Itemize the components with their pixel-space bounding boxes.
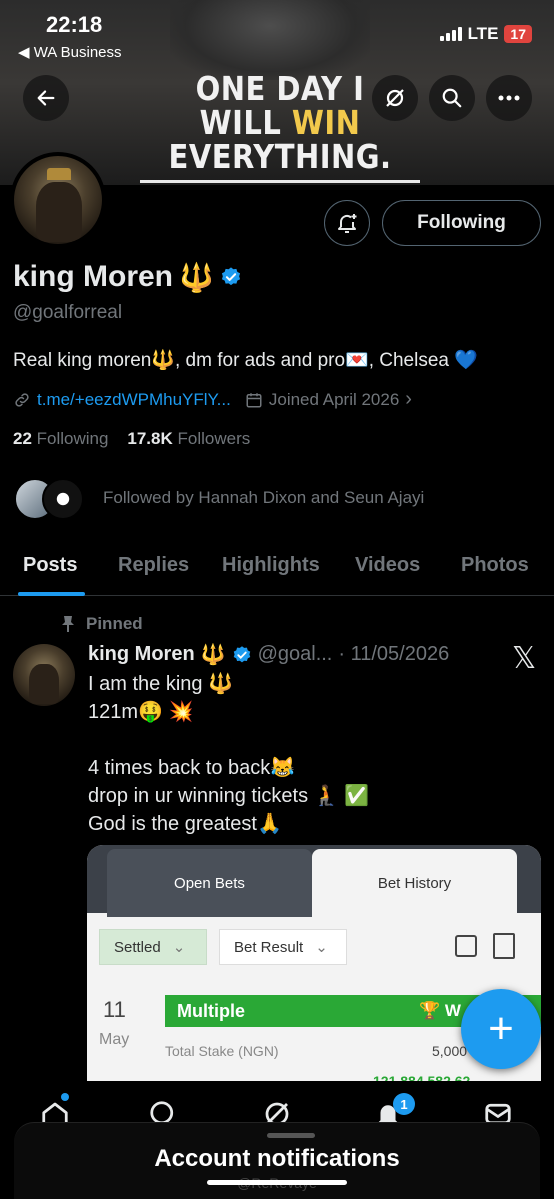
embed-filter-settled: Settled ⌄: [99, 929, 207, 965]
chevron-down-icon: ⌄: [172, 939, 186, 956]
plus-icon: +: [488, 1004, 514, 1053]
profile-name-text: king Moren: [13, 260, 174, 293]
active-tab-indicator: [18, 592, 85, 596]
bell-plus-icon: [338, 214, 357, 233]
banner-slogan: ONE DAY I WILL WIN EVERYTHING.: [168, 69, 392, 176]
notifications-bell-button[interactable]: [324, 200, 370, 246]
pin-icon: [62, 616, 74, 632]
embed-tab-open-bets: Open Bets: [107, 849, 312, 917]
post-text: I am the king 🔱 121m🤑 💥 4 times back to …: [88, 673, 370, 835]
search-icon: [442, 88, 462, 108]
avatar-crown: [47, 168, 71, 180]
following-button[interactable]: Following: [382, 200, 541, 246]
post-header: king Moren 🔱 @goal... · 11/05/2026: [88, 642, 449, 667]
grok-button[interactable]: [372, 75, 418, 121]
profile-handle: @goalforreal: [13, 302, 123, 323]
post-author-name[interactable]: king Moren: [88, 643, 195, 666]
joined-date: Joined April 2026: [268, 389, 400, 409]
embed-stake-value: 5,000: [432, 1043, 468, 1059]
follower-avatar: [42, 478, 84, 520]
followed-by-text: Followed by Hannah Dixon and Seun Ajayi: [103, 488, 425, 507]
profile-meta: t.me/+eezdWPMhuYFlY... Joined April 2026…: [13, 388, 412, 411]
calendar-icon: [246, 392, 262, 407]
profile-name: king Moren 🔱: [13, 260, 242, 294]
battery-icon: 17: [504, 25, 532, 43]
network-label: LTE: [467, 24, 499, 43]
embed-month: May: [99, 1031, 130, 1048]
banner-figure: [170, 0, 370, 80]
delete-icon: [493, 933, 515, 959]
tab-replies[interactable]: Replies: [118, 554, 189, 577]
verified-badge-icon[interactable]: [220, 266, 242, 288]
toast-title: Account notifications: [154, 1145, 400, 1172]
more-button[interactable]: [486, 75, 532, 121]
tab-posts[interactable]: Posts: [23, 554, 77, 577]
trident-emoji: 🔱: [200, 644, 226, 666]
status-time: 22:18: [46, 12, 103, 37]
embed-filter-result: Bet Result ⌄: [219, 929, 347, 965]
profile-tabs: Posts Replies Highlights Videos Photos: [0, 546, 554, 596]
more-icon: [498, 95, 520, 101]
embed-day: 11: [103, 997, 126, 1022]
notification-badge: 1: [393, 1093, 415, 1115]
status-indicators: LTE 17: [439, 24, 532, 44]
post-author-handle[interactable]: @goal...: [258, 643, 333, 666]
following-link[interactable]: 22 Following: [13, 429, 108, 448]
avatar-figure: [36, 182, 82, 242]
banner-underline: [140, 180, 420, 183]
post-date: · 11/05/2026: [338, 643, 450, 665]
home-indicator[interactable]: [207, 1180, 347, 1185]
followed-by-row[interactable]: Followed by Hannah Dixon and Seun Ajayi: [14, 478, 424, 520]
embed-bet-status: 🏆 W: [419, 1001, 461, 1020]
pinned-indicator: Pinned: [60, 614, 143, 634]
tab-highlights[interactable]: Highlights: [222, 554, 320, 577]
embed-win-value: 121,884,582.62: [373, 1073, 471, 1081]
tab-photos[interactable]: Photos: [461, 554, 529, 577]
back-to-app-link[interactable]: ◀ WA Business: [18, 43, 122, 61]
followers-link[interactable]: 17.8K Followers: [127, 429, 250, 448]
chevron-down-icon: ⌄: [315, 939, 328, 956]
link-icon: [15, 392, 29, 407]
home-unread-dot: [61, 1093, 69, 1101]
pinned-label: Pinned: [86, 614, 143, 633]
signal-icon: [439, 27, 462, 41]
toast-handle[interactable]: [267, 1133, 315, 1138]
verified-badge-icon: [233, 645, 250, 662]
tab-videos[interactable]: Videos: [355, 554, 420, 577]
embed-tab-bet-history: Bet History: [312, 849, 517, 917]
profile-bio: Real king moren🔱, dm for ads and pro💌, C…: [13, 350, 478, 371]
back-button[interactable]: [23, 75, 69, 121]
x-logo-icon: 𝕏: [512, 641, 537, 676]
grok-icon: [386, 89, 404, 107]
profile-avatar[interactable]: [10, 152, 106, 248]
account-notifications-toast[interactable]: Account notifications @ReRevaye: [14, 1122, 540, 1199]
embed-stake-label: Total Stake (NGN): [165, 1043, 279, 1059]
follow-counts: 22 Following 17.8K Followers: [13, 429, 250, 449]
search-button[interactable]: [429, 75, 475, 121]
post-author-avatar[interactable]: [13, 644, 75, 706]
avatar-figure: [29, 664, 59, 704]
chevron-right-icon[interactable]: ›: [405, 388, 412, 411]
arrow-left-icon: [37, 90, 55, 106]
profile-link[interactable]: t.me/+eezdWPMhuYFlY...: [37, 390, 231, 410]
compose-button[interactable]: +: [461, 989, 541, 1069]
trident-emoji: 🔱: [179, 261, 214, 293]
calendar-icon: [455, 935, 477, 957]
